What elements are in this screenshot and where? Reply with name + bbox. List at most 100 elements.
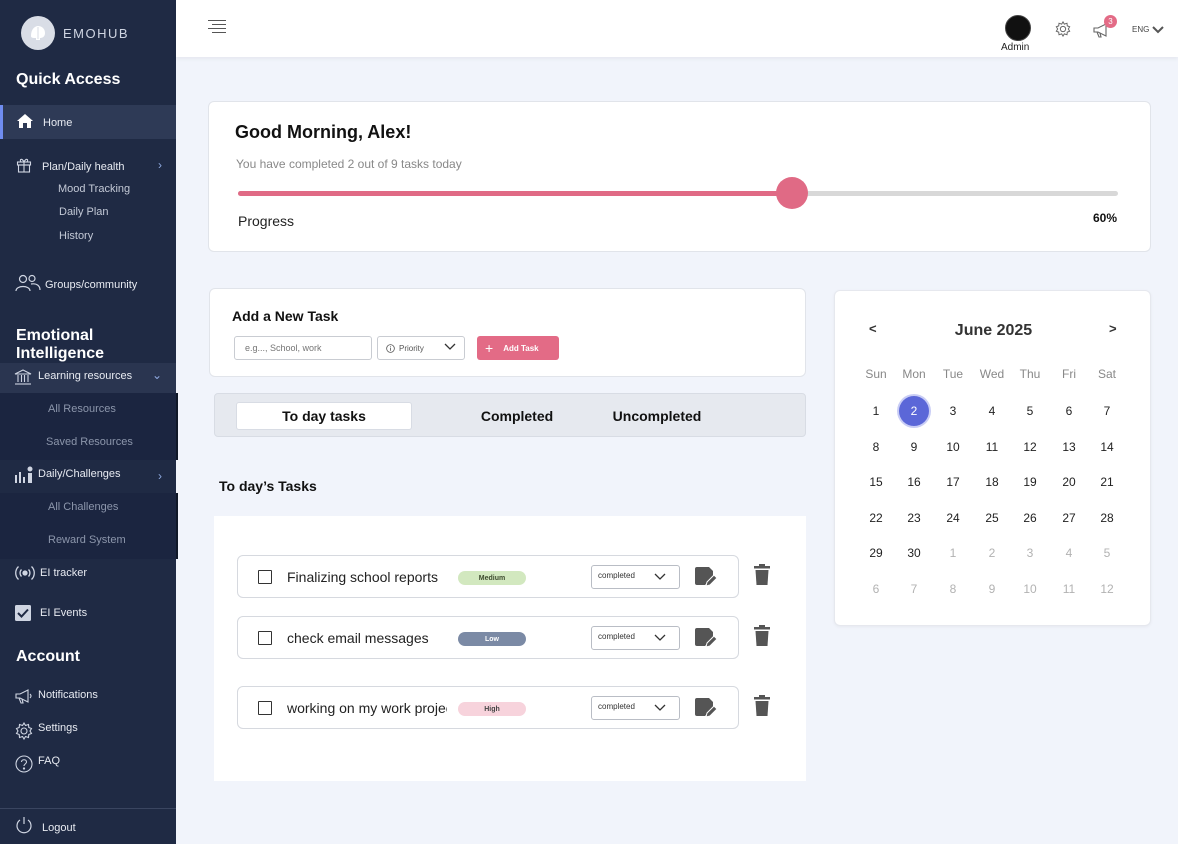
calendar-day[interactable]: 7 [899, 574, 929, 604]
calendar-day[interactable]: 3 [938, 396, 968, 426]
calendar-day[interactable]: 5 [1015, 396, 1045, 426]
sidebar-item-ei-events[interactable]: EI Events [0, 602, 176, 624]
calendar-day[interactable]: 23 [899, 503, 929, 533]
calendar-day[interactable]: 18 [977, 467, 1007, 497]
sidebar-item-faq[interactable]: FAQ [0, 751, 176, 773]
calendar-day[interactable]: 15 [861, 467, 891, 497]
app-logo[interactable]: EMOHUB [21, 16, 129, 50]
calendar-day[interactable]: 10 [1015, 574, 1045, 604]
calendar-day[interactable]: 24 [938, 503, 968, 533]
edit-icon[interactable] [693, 696, 718, 725]
calendar-day[interactable]: 4 [1054, 538, 1084, 568]
calendar-day[interactable]: 11 [977, 432, 1007, 462]
notification-count-badge: 3 [1104, 15, 1117, 28]
calendar-day[interactable]: 9 [899, 432, 929, 462]
calendar-day[interactable]: 17 [938, 467, 968, 497]
calendar-day[interactable]: 8 [938, 574, 968, 604]
calendar-day[interactable]: 28 [1092, 503, 1122, 533]
settings-gear-icon[interactable] [1055, 20, 1071, 42]
task-checkbox[interactable] [258, 631, 272, 645]
task-checkbox[interactable] [258, 570, 272, 584]
calendar-day[interactable]: 10 [938, 432, 968, 462]
tab-today-tasks[interactable]: To day tasks [236, 402, 412, 430]
sidebar-subitem-daily-plan[interactable]: Daily Plan [59, 206, 109, 218]
chevron-down-icon [654, 634, 666, 641]
sidebar-subitem-reward-system[interactable]: Reward System [48, 534, 126, 546]
calendar-day[interactable]: 6 [861, 574, 891, 604]
logout-button[interactable]: Logout [0, 815, 176, 839]
status-select[interactable]: completed [591, 626, 680, 650]
calendar-day[interactable]: 3 [1015, 538, 1045, 568]
calendar-day[interactable]: 29 [861, 538, 891, 568]
calendar-day[interactable]: 8 [861, 432, 891, 462]
calendar-day[interactable]: 6 [1054, 396, 1084, 426]
delete-trash-icon[interactable] [753, 564, 771, 591]
calendar-day[interactable]: 2 [899, 396, 929, 426]
calendar-day[interactable]: 5 [1092, 538, 1122, 568]
add-task-button[interactable]: + Add Task [477, 336, 559, 360]
progress-label: Progress [238, 213, 295, 229]
sidebar-item-learning-resources[interactable]: Learning resources ⌄ [0, 363, 176, 393]
calendar-day[interactable]: 4 [977, 396, 1007, 426]
calendar-day[interactable]: 19 [1015, 467, 1045, 497]
megaphone-icon [15, 688, 33, 704]
calendar-day[interactable]: 21 [1092, 467, 1122, 497]
language-selector[interactable]: ENG [1132, 25, 1165, 34]
calendar-day[interactable]: 14 [1092, 432, 1122, 462]
calendar-day[interactable]: 20 [1054, 467, 1084, 497]
sidebar-item-notifications[interactable]: Notifications [0, 685, 176, 707]
calendar-day[interactable]: 1 [938, 538, 968, 568]
sidebar-item-plan[interactable]: Plan/Daily health › [0, 155, 176, 177]
delete-trash-icon[interactable] [753, 625, 771, 652]
sidebar-item-home[interactable]: Home [0, 105, 176, 139]
task-checkbox[interactable] [258, 701, 272, 715]
calendar-day[interactable]: 7 [1092, 396, 1122, 426]
calendar-day[interactable]: 11 [1054, 574, 1084, 604]
calendar-day[interactable]: 30 [899, 538, 929, 568]
menu-toggle-icon[interactable] [208, 19, 226, 35]
calendar-day[interactable]: 2 [977, 538, 1007, 568]
delete-trash-icon[interactable] [753, 695, 771, 722]
edit-icon[interactable] [693, 626, 718, 655]
calendar-day[interactable]: 12 [1092, 574, 1122, 604]
status-value: completed [598, 702, 635, 711]
progress-slider-handle[interactable] [776, 177, 809, 209]
sidebar-item-label: Groups/community [45, 279, 138, 291]
sidebar-subitem-mood-tracking[interactable]: Mood Tracking [58, 183, 130, 195]
sidebar-item-label: FAQ [38, 755, 61, 767]
calendar-day[interactable]: 9 [977, 574, 1007, 604]
task-name: Finalizing school reports [287, 569, 438, 585]
status-value: completed [598, 571, 635, 580]
sidebar-subitem-saved-resources[interactable]: Saved Resources [46, 436, 133, 448]
add-task-title: Add a New Task [232, 308, 339, 324]
calendar-day[interactable]: 26 [1015, 503, 1045, 533]
calendar-day[interactable]: 13 [1054, 432, 1084, 462]
calendar-day[interactable]: 12 [1015, 432, 1045, 462]
task-row: check email messages Low completed [237, 616, 770, 659]
status-select[interactable]: completed [591, 696, 680, 720]
sidebar-subitem-all-resources[interactable]: All Resources [48, 403, 116, 415]
sidebar-subitem-all-challenges[interactable]: All Challenges [48, 501, 118, 513]
sidebar-item-settings[interactable]: Settings [0, 718, 176, 740]
calendar-day[interactable]: 16 [899, 467, 929, 497]
sidebar-subitem-history[interactable]: History [59, 230, 93, 242]
chevron-down-icon [1152, 25, 1165, 33]
task-name-input[interactable] [234, 336, 372, 360]
status-select[interactable]: completed [591, 565, 680, 589]
sidebar-item-groups[interactable]: Groups/community [0, 272, 176, 296]
sidebar-item-ei-tracker[interactable]: EI tracker [0, 562, 176, 584]
sidebar-item-daily-challenges[interactable]: Daily/Challenges › [0, 463, 176, 487]
priority-select[interactable]: Priority [377, 336, 465, 360]
calendar-day[interactable]: 25 [977, 503, 1007, 533]
tab-completed[interactable]: Completed [467, 402, 567, 430]
avatar[interactable] [1005, 15, 1031, 41]
calendar-day[interactable]: 22 [861, 503, 891, 533]
weekday-label: Wed [979, 367, 1005, 381]
calendar-next-button[interactable]: > [1109, 321, 1117, 336]
calendar-day[interactable]: 27 [1054, 503, 1084, 533]
tab-uncompleted[interactable]: Uncompleted [605, 402, 709, 430]
calendar-day[interactable]: 1 [861, 396, 891, 426]
gear-icon [15, 722, 33, 740]
edit-icon[interactable] [693, 565, 718, 594]
challenges-submenu: All Challenges Reward System [0, 493, 178, 559]
